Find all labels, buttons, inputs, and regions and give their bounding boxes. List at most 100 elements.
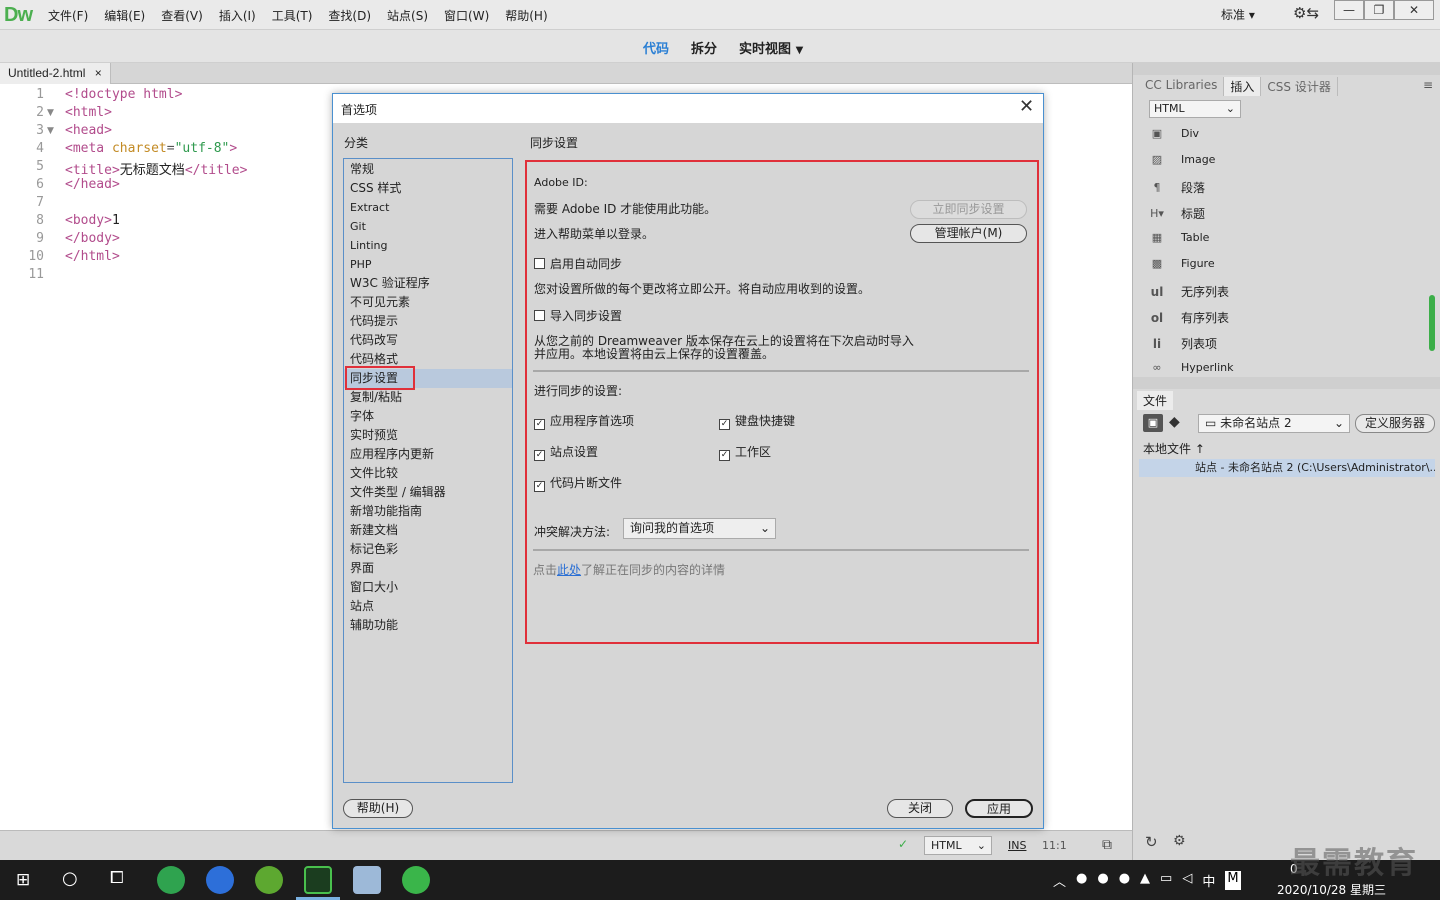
category-item[interactable]: PHP — [344, 255, 512, 274]
snippets-checkbox[interactable]: ✓ — [534, 481, 545, 492]
dreamweaver-taskbar-icon[interactable] — [304, 866, 332, 894]
wps-icon[interactable] — [206, 866, 234, 894]
wechat-icon[interactable] — [402, 866, 430, 894]
category-item[interactable]: 文件类型 / 编辑器 — [344, 483, 512, 502]
git-icon[interactable]: ◆ — [1169, 414, 1180, 430]
category-item[interactable]: 新增功能指南 — [344, 502, 512, 521]
menu-find[interactable]: 查找(D) — [320, 7, 379, 24]
manage-account-button[interactable]: 管理帐户(M) — [910, 224, 1027, 243]
workspace-option[interactable]: ✓ 工作区 — [719, 443, 771, 461]
ime-mode-indicator[interactable]: M — [1225, 871, 1241, 890]
fold-arrow-icon[interactable]: ▼ — [47, 126, 54, 136]
close-icon[interactable]: ✕ — [1019, 96, 1034, 117]
doc-type-select[interactable]: HTML ⌄ — [924, 836, 992, 855]
menu-site[interactable]: 站点(S) — [379, 7, 436, 24]
category-item[interactable]: 站点 — [344, 597, 512, 616]
snippets-option[interactable]: ✓ 代码片断文件 — [534, 474, 622, 492]
task-view-icon[interactable]: ⧠ — [110, 868, 124, 888]
import-sync-option[interactable]: 导入同步设置 — [534, 307, 622, 324]
category-item[interactable]: 代码改写 — [344, 331, 512, 350]
sync-now-button[interactable]: 立即同步设置 — [910, 200, 1027, 219]
menu-window[interactable]: 窗口(W) — [436, 7, 497, 24]
site-select[interactable]: ▭ 未命名站点 2 ⌄ — [1198, 414, 1350, 433]
refresh-icon[interactable]: ↻ — [1145, 833, 1158, 851]
category-item[interactable]: 字体 — [344, 407, 512, 426]
workspace-switcher[interactable]: 标准 ▾ — [1221, 6, 1255, 23]
live-view-button[interactable]: 实时视图 ▼ — [739, 38, 803, 57]
tray-app-icon[interactable]: ● — [1097, 871, 1108, 890]
insert-mode[interactable]: INS — [1008, 839, 1026, 852]
category-item[interactable]: 应用程序内更新 — [344, 445, 512, 464]
server-icon[interactable]: ⚙ — [1173, 833, 1186, 849]
tray-app-icon[interactable]: ● — [1076, 871, 1087, 890]
insert-image[interactable]: ▨ Image — [1147, 153, 1216, 166]
category-item[interactable]: Git — [344, 217, 512, 236]
menu-view[interactable]: 查看(V) — [153, 7, 211, 24]
category-item[interactable]: 复制/粘贴 — [344, 388, 512, 407]
insert-category-select[interactable]: HTML ⌄ — [1149, 100, 1241, 118]
auto-sync-option[interactable]: 启用自动同步 — [534, 255, 622, 272]
panel-menu-icon[interactable]: ≡ — [1423, 78, 1433, 92]
category-item[interactable]: 标记色彩 — [344, 540, 512, 559]
category-item[interactable]: 代码提示 — [344, 312, 512, 331]
insert-paragraph[interactable]: ¶ 段落 — [1147, 179, 1206, 196]
tab-files[interactable]: 文件 — [1137, 391, 1174, 410]
category-item[interactable]: 实时预览 — [344, 426, 512, 445]
define-server-button[interactable]: 定义服务器 — [1355, 414, 1435, 433]
help-button[interactable]: 帮助(H) — [343, 799, 413, 818]
category-list[interactable]: 常规 CSS 样式 Extract Git Linting PHP W3C 验证… — [343, 158, 513, 783]
category-item[interactable]: 文件比较 — [344, 464, 512, 483]
insert-li[interactable]: li 列表项 — [1147, 335, 1217, 352]
tab-cc-libraries[interactable]: CC Libraries — [1139, 77, 1225, 96]
code-view-button[interactable]: 代码 — [643, 38, 669, 57]
close-button[interactable]: 关闭 — [887, 799, 953, 818]
tray-app-icon[interactable]: ● — [1119, 871, 1130, 890]
conflict-select[interactable]: 询问我的首选项 ⌄ — [623, 518, 776, 539]
insert-ul[interactable]: ul 无序列表 — [1147, 283, 1229, 300]
ime-indicator[interactable]: 中 — [1202, 871, 1215, 890]
insert-ol[interactable]: ol 有序列表 — [1147, 309, 1229, 326]
site-tree-row[interactable]: 站点 - 未命名站点 2 (C:\Users\Administrator\... — [1139, 459, 1435, 477]
category-item[interactable]: Linting — [344, 236, 512, 255]
connect-icon[interactable]: ▣ — [1143, 414, 1163, 432]
windows-start-icon[interactable]: ⊞ — [16, 870, 30, 890]
category-item[interactable]: 界面 — [344, 559, 512, 578]
category-item[interactable]: 新建文档 — [344, 521, 512, 540]
menu-file[interactable]: 文件(F) — [40, 7, 96, 24]
details-link[interactable]: 此处 — [557, 563, 581, 577]
insert-heading[interactable]: H▾ 标题 — [1147, 205, 1205, 222]
valid-check-icon[interactable]: ✓ — [898, 837, 908, 851]
import-sync-checkbox[interactable] — [534, 310, 545, 321]
tab-css-designer[interactable]: CSS 设计器 — [1261, 77, 1338, 96]
site-settings-option[interactable]: ✓ 站点设置 — [534, 443, 598, 461]
gear-icon[interactable]: ⚙⇆ — [1293, 4, 1319, 22]
insert-table[interactable]: ▦ Table — [1147, 231, 1210, 244]
category-item[interactable]: W3C 验证程序 — [344, 274, 512, 293]
local-files-label[interactable]: 本地文件 ↑ — [1143, 440, 1205, 457]
insert-hyperlink[interactable]: ∞ Hyperlink — [1147, 361, 1233, 374]
menu-tools[interactable]: 工具(T) — [264, 7, 321, 24]
preview-icon[interactable]: ⧉ — [1102, 837, 1112, 853]
app-prefs-option[interactable]: ✓ 应用程序首选项 — [534, 412, 634, 430]
clock-date[interactable]: 2020/10/28 星期三 — [1277, 881, 1386, 898]
menu-edit[interactable]: 编辑(E) — [96, 7, 153, 24]
keyboard-shortcuts-checkbox[interactable]: ✓ — [719, 419, 730, 430]
workspace-checkbox[interactable]: ✓ — [719, 450, 730, 461]
category-item[interactable]: 窗口大小 — [344, 578, 512, 597]
notepad-icon[interactable] — [353, 866, 381, 894]
app-icon[interactable] — [255, 866, 283, 894]
scrollbar-thumb[interactable] — [1429, 295, 1435, 351]
menu-insert[interactable]: 插入(I) — [211, 7, 264, 24]
close-icon[interactable]: × — [95, 66, 102, 80]
category-item[interactable]: Extract — [344, 198, 512, 217]
volume-icon[interactable]: ◁ — [1182, 871, 1192, 890]
category-item[interactable]: CSS 样式 — [344, 179, 512, 198]
site-settings-checkbox[interactable]: ✓ — [534, 450, 545, 461]
category-item[interactable]: 常规 — [344, 160, 512, 179]
network-icon[interactable]: ▭ — [1160, 871, 1172, 890]
search-icon[interactable]: ○ — [62, 868, 78, 889]
minimize-button[interactable]: — — [1334, 0, 1364, 20]
category-item[interactable]: 辅助功能 — [344, 616, 512, 635]
chevron-up-icon[interactable]: ︿ — [1053, 871, 1066, 890]
split-view-button[interactable]: 拆分 — [691, 38, 717, 57]
